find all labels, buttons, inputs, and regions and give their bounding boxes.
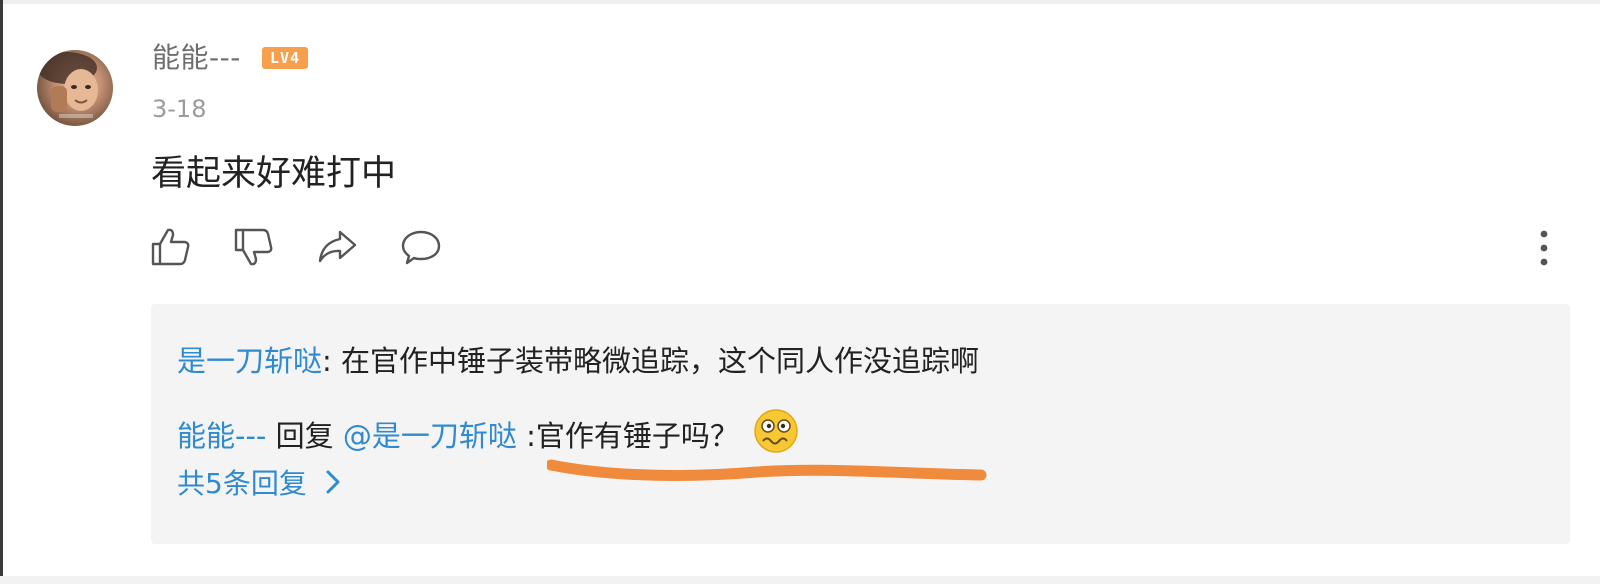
more-vertical-icon (1540, 230, 1548, 266)
more-options-button[interactable] (1534, 228, 1554, 268)
like-button[interactable] (150, 226, 192, 268)
view-all-replies-link[interactable]: 共5条回复 (177, 464, 341, 504)
dislike-button[interactable] (233, 226, 275, 268)
hand-drawn-underline (547, 459, 987, 481)
bottom-divider (0, 576, 1600, 584)
thumbs-down-icon (234, 228, 273, 266)
reply-separator: : (516, 419, 536, 453)
reply-word: 回复 (266, 419, 343, 453)
avatar[interactable] (37, 50, 113, 126)
comment-icon (401, 230, 441, 265)
reply-author[interactable]: 能能--- (177, 419, 266, 453)
thumbs-up-icon (151, 228, 190, 266)
dizzy-face-emoji-icon (754, 409, 798, 453)
reply-author[interactable]: 是一刀斩哒 (177, 344, 322, 378)
reply-item: 能能--- 回复 @是一刀斩哒 :官作有锤子吗？ (177, 408, 799, 457)
chevron-right-icon (326, 470, 340, 494)
comment-author-name[interactable]: 能能--- (152, 38, 241, 78)
share-button[interactable] (316, 226, 358, 268)
view-all-replies-label: 共5条回复 (177, 467, 307, 500)
reply-text: 官作有锤子吗？ (535, 419, 739, 453)
reply-text: 在官作中锤子装带略微追踪，这个同人作没追踪啊 (331, 344, 980, 378)
reply-separator: : (322, 344, 332, 378)
comment-text: 看起来好难打中 (151, 154, 397, 194)
comment-date: 3-18 (152, 95, 207, 123)
left-edge-border (0, 0, 3, 584)
share-icon (318, 230, 357, 263)
top-divider (0, 0, 1600, 4)
reply-button[interactable] (400, 226, 442, 268)
reply-item: 是一刀斩哒: 在官作中锤子装带略微追踪，这个同人作没追踪啊 (177, 340, 979, 382)
level-badge: LV4 (262, 47, 308, 69)
replies-panel: 是一刀斩哒: 在官作中锤子装带略微追踪，这个同人作没追踪啊 能能--- 回复 @… (151, 304, 1570, 544)
mention-link[interactable]: @是一刀斩哒 (343, 419, 517, 453)
